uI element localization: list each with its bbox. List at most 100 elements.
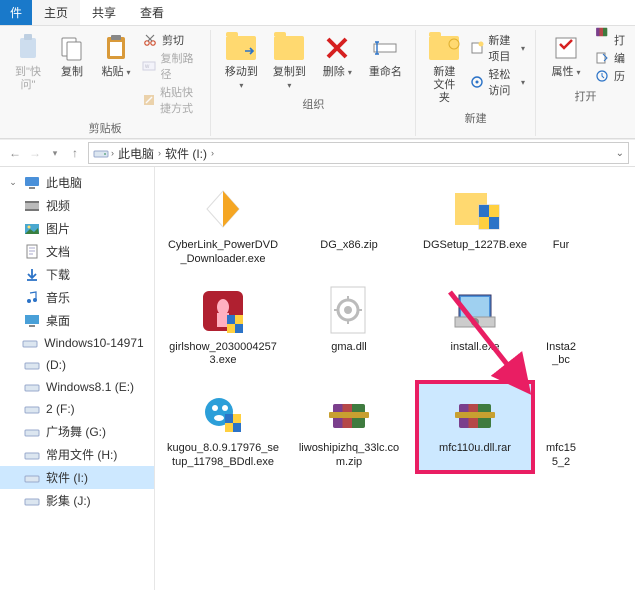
tab-file[interactable]: 件 bbox=[0, 0, 32, 25]
path-icon: w bbox=[142, 58, 156, 74]
rar-icon bbox=[317, 384, 381, 440]
properties-icon bbox=[550, 32, 582, 64]
desktop-icon bbox=[24, 313, 40, 329]
nav-pane: ⌄此电脑 视频 图片 文档 下载 音乐 桌面 Windows10-14971 (… bbox=[0, 167, 155, 590]
ribbon: 到"快问" 复制 粘贴 ▾ 剪切 w bbox=[0, 26, 635, 139]
paste-icon bbox=[100, 32, 132, 64]
file-item[interactable]: DGSetup_1227B.exe bbox=[415, 177, 535, 271]
copy-to-button[interactable]: 复制到 ▾ bbox=[265, 30, 313, 94]
svg-text:w: w bbox=[144, 64, 150, 70]
nav-d[interactable]: (D:) bbox=[0, 354, 154, 376]
file-name: mfc110u.dll.rar bbox=[439, 442, 511, 456]
easy-access-button[interactable]: 轻松访问 ▾ bbox=[470, 66, 525, 98]
file-item[interactable]: Insta2_bc bbox=[541, 279, 581, 373]
shield-exe-icon bbox=[443, 181, 507, 237]
nav-videos[interactable]: 视频 bbox=[0, 194, 154, 217]
open-button[interactable]: 打 bbox=[594, 32, 625, 48]
nav-i[interactable]: 软件 (I:) bbox=[0, 466, 154, 489]
tab-view[interactable]: 查看 bbox=[128, 0, 176, 25]
music-icon bbox=[24, 290, 40, 306]
cut-icon bbox=[551, 181, 571, 237]
drive-icon bbox=[24, 357, 40, 373]
cut-button[interactable]: 剪切 bbox=[142, 32, 200, 48]
nav-pictures[interactable]: 图片 bbox=[0, 217, 154, 240]
downloads-icon bbox=[24, 267, 40, 283]
rar-icon bbox=[443, 384, 507, 440]
nav-g[interactable]: 广场舞 (G:) bbox=[0, 420, 154, 443]
pin-button[interactable]: 到"快问" bbox=[6, 30, 50, 94]
breadcrumb[interactable]: › 此电脑 › 软件 (I:) › ⌄ bbox=[88, 142, 629, 164]
drive-icon bbox=[93, 145, 109, 162]
edit-button[interactable]: 编 bbox=[594, 50, 625, 66]
tab-share[interactable]: 共享 bbox=[80, 0, 128, 25]
paste-shortcut-button[interactable]: 粘贴快捷方式 bbox=[142, 84, 200, 116]
nav-this-pc[interactable]: ⌄此电脑 bbox=[0, 171, 154, 194]
file-name: kugou_8.0.9.17976_setup_11798_BDdl.exe bbox=[167, 442, 279, 470]
recent-locations-button[interactable]: ▾ bbox=[46, 144, 64, 162]
new-item-icon bbox=[470, 40, 484, 56]
drive-icon bbox=[24, 401, 40, 417]
file-list: CyberLink_PowerDVD_Downloader.exe DG_x86.… bbox=[155, 167, 635, 590]
drive-icon bbox=[24, 379, 40, 395]
new-folder-icon bbox=[428, 32, 460, 64]
up-button[interactable]: ↑ bbox=[66, 144, 84, 162]
group-clipboard: 到"快问" 复制 粘贴 ▾ 剪切 w bbox=[0, 30, 211, 136]
nav-downloads[interactable]: 下载 bbox=[0, 263, 154, 286]
nav-music[interactable]: 音乐 bbox=[0, 286, 154, 309]
nav-win10[interactable]: Windows10-14971 (C:) bbox=[0, 332, 154, 354]
girlshow-icon bbox=[191, 283, 255, 339]
file-name: Insta2_bc bbox=[545, 341, 577, 369]
file-item[interactable]: DG_x86.zip bbox=[289, 177, 409, 271]
file-item[interactable]: girlshow_20300042573.exe bbox=[163, 279, 283, 373]
group-open: 属性 ▾ 打 编 历 打开 bbox=[536, 30, 635, 136]
delete-button[interactable]: 删除 ▾ bbox=[313, 30, 361, 81]
file-name: DG_x86.zip bbox=[320, 239, 377, 253]
file-item[interactable]: kugou_8.0.9.17976_setup_11798_BDdl.exe bbox=[163, 380, 283, 474]
group-new: 新建 文件夹 新建项目 ▾ 轻松访问 ▾ 新建 bbox=[416, 30, 536, 136]
back-button[interactable]: ← bbox=[6, 144, 24, 162]
copy-button[interactable]: 复制 bbox=[50, 30, 94, 81]
breadcrumb-dropdown[interactable]: ⌄ bbox=[616, 148, 624, 159]
properties-button[interactable]: 属性 ▾ bbox=[542, 30, 590, 81]
rename-button[interactable]: 重命名 bbox=[361, 30, 409, 81]
forward-button[interactable]: → bbox=[26, 144, 44, 162]
file-item[interactable]: Fur bbox=[541, 177, 581, 271]
delete-icon bbox=[321, 32, 353, 64]
kugou-icon bbox=[191, 384, 255, 440]
file-item[interactable]: mfc155_2 bbox=[541, 380, 581, 474]
drive-icon bbox=[24, 447, 40, 463]
shortcut-icon bbox=[142, 92, 156, 108]
blank-icon bbox=[317, 181, 381, 237]
history-button[interactable]: 历 bbox=[594, 68, 625, 84]
nav-documents[interactable]: 文档 bbox=[0, 240, 154, 263]
nav-desktop[interactable]: 桌面 bbox=[0, 309, 154, 332]
open-icon bbox=[594, 32, 610, 48]
tab-home[interactable]: 主页 bbox=[32, 0, 80, 25]
move-to-icon bbox=[225, 32, 257, 64]
edit-icon bbox=[594, 50, 610, 66]
nav-j[interactable]: 影集 (J:) bbox=[0, 489, 154, 512]
nav-h[interactable]: 常用文件 (H:) bbox=[0, 443, 154, 466]
file-item[interactable]: CyberLink_PowerDVD_Downloader.exe bbox=[163, 177, 283, 271]
paste-button[interactable]: 粘贴 ▾ bbox=[94, 30, 138, 81]
ribbon-tabs: 件 主页 共享 查看 bbox=[0, 0, 635, 26]
move-to-button[interactable]: 移动到 ▾ bbox=[217, 30, 265, 94]
cyberlink-icon bbox=[191, 181, 255, 237]
new-folder-button[interactable]: 新建 文件夹 bbox=[422, 30, 466, 108]
copy-icon bbox=[56, 32, 88, 64]
file-item[interactable]: mfc110u.dll.rar bbox=[415, 380, 535, 474]
file-item[interactable]: liwoshipizhq_33lc.com.zip bbox=[289, 380, 409, 474]
file-item[interactable]: install.exe bbox=[415, 279, 535, 373]
nav-win81[interactable]: Windows8.1 (E:) bbox=[0, 376, 154, 398]
rename-icon bbox=[369, 32, 401, 64]
drive-icon bbox=[24, 470, 40, 486]
scissors-icon bbox=[142, 32, 158, 48]
file-name: gma.dll bbox=[331, 341, 366, 355]
file-item[interactable]: gma.dll bbox=[289, 279, 409, 373]
pictures-icon bbox=[24, 221, 40, 237]
file-name: girlshow_20300042573.exe bbox=[167, 341, 279, 369]
new-item-button[interactable]: 新建项目 ▾ bbox=[470, 32, 525, 64]
nav-f[interactable]: 2 (F:) bbox=[0, 398, 154, 420]
copy-path-button[interactable]: w 复制路径 bbox=[142, 50, 200, 82]
cut-icon bbox=[551, 384, 571, 440]
